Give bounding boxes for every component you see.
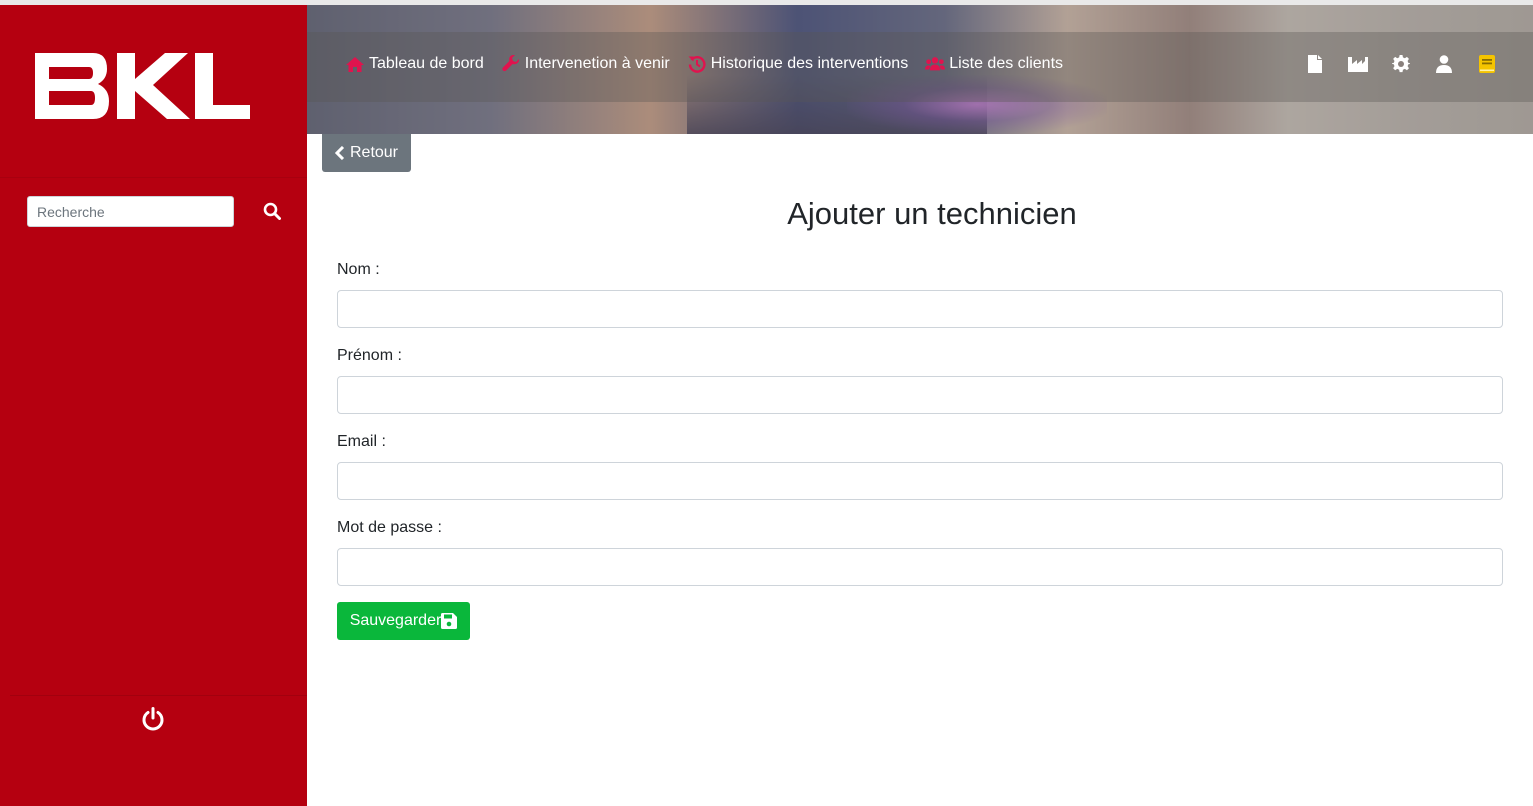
- search-icon: [263, 202, 281, 220]
- file-icon: [1308, 55, 1322, 73]
- header-banner: Tableau de bord Intervenetion à venir Hi…: [307, 5, 1533, 134]
- book-icon: [1479, 55, 1495, 73]
- search-button[interactable]: [259, 198, 285, 224]
- companies-button[interactable]: [1346, 52, 1370, 76]
- email-field[interactable]: [337, 462, 1503, 500]
- label-email: Email :: [337, 433, 386, 450]
- power-icon: [142, 707, 164, 731]
- nav-item-history[interactable]: Historique des interventions: [687, 55, 908, 73]
- history-icon: [687, 55, 707, 73]
- nav-label: Intervenetion à venir: [524, 55, 670, 72]
- main-nav: Tableau de bord Intervenetion à venir Hi…: [345, 52, 1080, 76]
- prenom-field[interactable]: [337, 376, 1503, 414]
- chevron-left-icon: [334, 146, 345, 160]
- sidebar: [0, 5, 307, 806]
- back-label: Retour: [349, 144, 399, 161]
- nav-item-dashboard[interactable]: Tableau de bord: [345, 55, 484, 73]
- wrench-icon: [501, 55, 521, 73]
- nav-label: Liste des clients: [949, 55, 1064, 72]
- nav-item-upcoming[interactable]: Intervenetion à venir: [501, 55, 670, 73]
- industry-icon: [1348, 57, 1368, 72]
- nav-label: Historique des interventions: [710, 55, 909, 72]
- logout-button[interactable]: [139, 705, 167, 733]
- profile-button[interactable]: [1432, 52, 1456, 76]
- save-label: Sauvegarder: [349, 612, 442, 629]
- home-icon: [345, 55, 365, 73]
- users-icon: [925, 55, 946, 73]
- nom-field[interactable]: [337, 290, 1503, 328]
- sidebar-divider-bottom: [10, 695, 307, 696]
- nav-label: Tableau de bord: [369, 55, 484, 72]
- documents-button[interactable]: [1303, 52, 1327, 76]
- manual-button[interactable]: [1475, 52, 1499, 76]
- bkl-logo[interactable]: [35, 53, 250, 119]
- page-title: Ajouter un technicien: [787, 196, 1077, 231]
- label-password: Mot de passe :: [337, 519, 442, 536]
- user-icon: [1436, 55, 1452, 73]
- nav-item-clients[interactable]: Liste des clients: [925, 55, 1063, 73]
- sidebar-divider: [0, 177, 307, 178]
- settings-button[interactable]: [1389, 52, 1413, 76]
- gear-icon: [1392, 55, 1410, 73]
- password-field[interactable]: [337, 548, 1503, 586]
- save-button[interactable]: Sauvegarder: [337, 602, 470, 640]
- floppy-disk-icon: [441, 613, 458, 629]
- label-prenom: Prénom :: [337, 347, 402, 364]
- back-button[interactable]: Retour: [322, 134, 411, 172]
- header-icons: [1303, 52, 1518, 76]
- search-input[interactable]: [27, 196, 234, 227]
- label-nom: Nom :: [337, 261, 380, 278]
